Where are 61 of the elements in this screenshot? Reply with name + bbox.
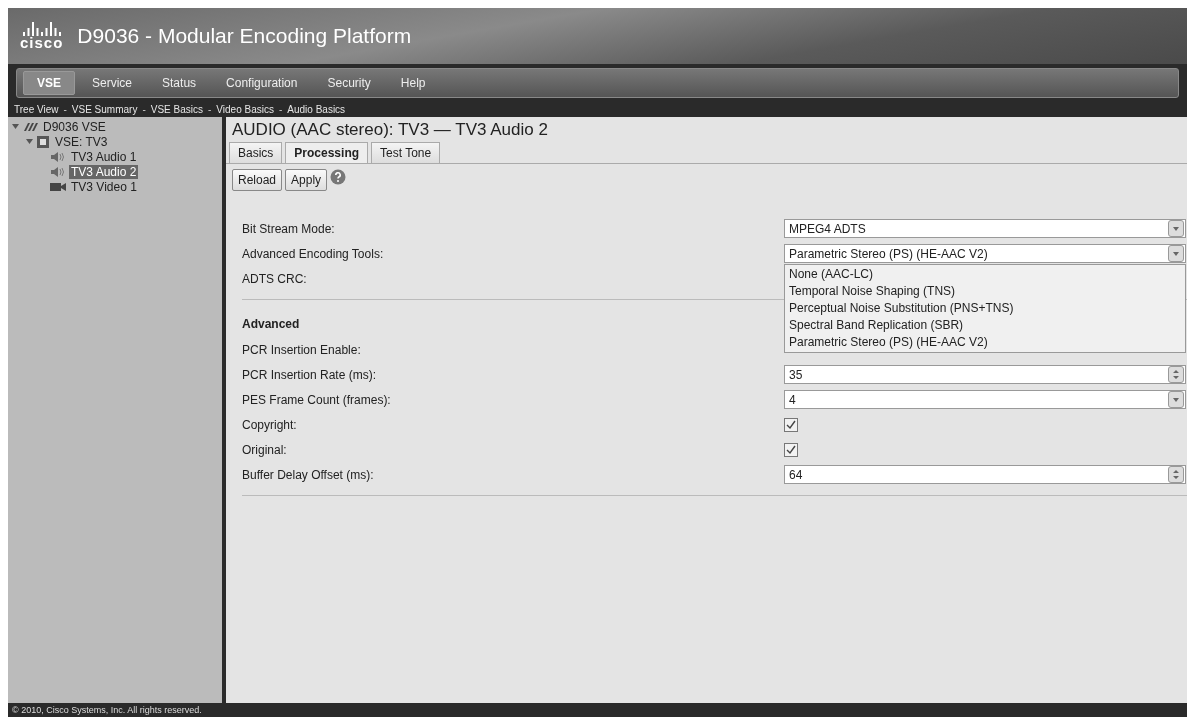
spinner-icon[interactable] [1168, 366, 1184, 383]
expand-arrow-icon[interactable] [12, 123, 19, 130]
breadcrumb-link[interactable]: VSE Summary [71, 104, 138, 115]
field-label: Bit Stream Mode: [242, 221, 336, 236]
spinner-icon[interactable] [1168, 466, 1184, 483]
tree-item[interactable]: TV3 Video 1 [69, 179, 139, 194]
field-label: Advanced Encoding Tools: [242, 246, 385, 261]
field-label: PCR Insertion Rate (ms): [242, 367, 378, 382]
speaker-icon [50, 150, 66, 163]
speaker-icon [50, 165, 66, 178]
breadcrumb-link[interactable]: Video Basics [216, 104, 274, 115]
dropdown-option[interactable]: Spectral Band Replication (SBR) [785, 317, 1185, 334]
field-label: Buffer Delay Offset (ms): [242, 467, 375, 482]
logo: cisco [20, 36, 64, 50]
field-label: PCR Insertion Enable: [242, 342, 362, 357]
field-label: PES Frame Count (frames): [242, 392, 392, 407]
logo-bars-icon [21, 22, 62, 36]
tree-item[interactable]: VSE: TV3 [53, 134, 110, 149]
dropdown-field[interactable]: MPEG4 ADTS [784, 219, 1186, 238]
action-button[interactable]: Apply [285, 169, 328, 191]
tree-item[interactable]: TV3 Audio 2 [69, 164, 139, 179]
breadcrumb-link[interactable]: Audio Basics [287, 104, 346, 115]
checkbox[interactable] [784, 417, 798, 432]
dropdown-field[interactable]: 4 [784, 390, 1186, 409]
breadcrumb-link[interactable]: VSE Basics [150, 104, 203, 115]
help-icon[interactable] [330, 169, 347, 185]
dropdown-field[interactable]: Parametric Stereo (PS) (HE-AAC V2) [784, 244, 1186, 263]
field-label: Copyright: [242, 417, 298, 432]
field-label: Original: [242, 442, 288, 457]
tab[interactable]: Basics [229, 142, 283, 163]
app-title: D9036 - Modular Encoding Platform [77, 24, 412, 48]
menu-item[interactable]: Security [314, 72, 384, 94]
camera-icon [50, 181, 66, 192]
separator: - [208, 104, 212, 115]
chip-icon [36, 134, 50, 149]
menu-item[interactable]: Help [387, 72, 439, 94]
copyright-text: © 2010, Cisco Systems, Inc. All rights reserved. [11, 704, 203, 717]
separator: - [142, 104, 146, 115]
menu-item[interactable]: Service [79, 72, 146, 94]
field-label: ADTS CRC: [242, 271, 308, 286]
tab[interactable]: Test Tone [371, 142, 441, 163]
number-field[interactable]: 35 [784, 365, 1186, 384]
breadcrumb-link[interactable]: Tree View [14, 104, 59, 115]
separator: - [278, 104, 283, 115]
dropdown-option[interactable]: Perceptual Noise Substitution (PNS+TNS) [785, 300, 1185, 317]
dropdown-option[interactable]: Parametric Stereo (PS) (HE-AAC V2) [785, 334, 1185, 351]
tree-item[interactable]: D9036 VSE [41, 119, 108, 134]
menu-item[interactable]: Configuration [213, 72, 311, 94]
menu-item[interactable]: Status [149, 72, 210, 94]
separator: - [63, 104, 67, 115]
checkbox[interactable] [784, 442, 798, 457]
number-field[interactable]: 64 [784, 465, 1186, 484]
rack-icon [22, 122, 38, 131]
section-heading: Advanced [242, 317, 300, 331]
action-button[interactable]: Reload [232, 169, 283, 191]
tab[interactable]: Processing [285, 142, 369, 163]
tree-item[interactable]: TV3 Audio 1 [69, 149, 139, 164]
menu-item[interactable]: VSE [23, 71, 75, 95]
dropdown-option[interactable]: Temporal Noise Shaping (TNS) [785, 283, 1185, 300]
expand-arrow-icon[interactable] [26, 138, 33, 145]
dropdown-option[interactable]: None (AAC-LC) [785, 266, 1185, 283]
